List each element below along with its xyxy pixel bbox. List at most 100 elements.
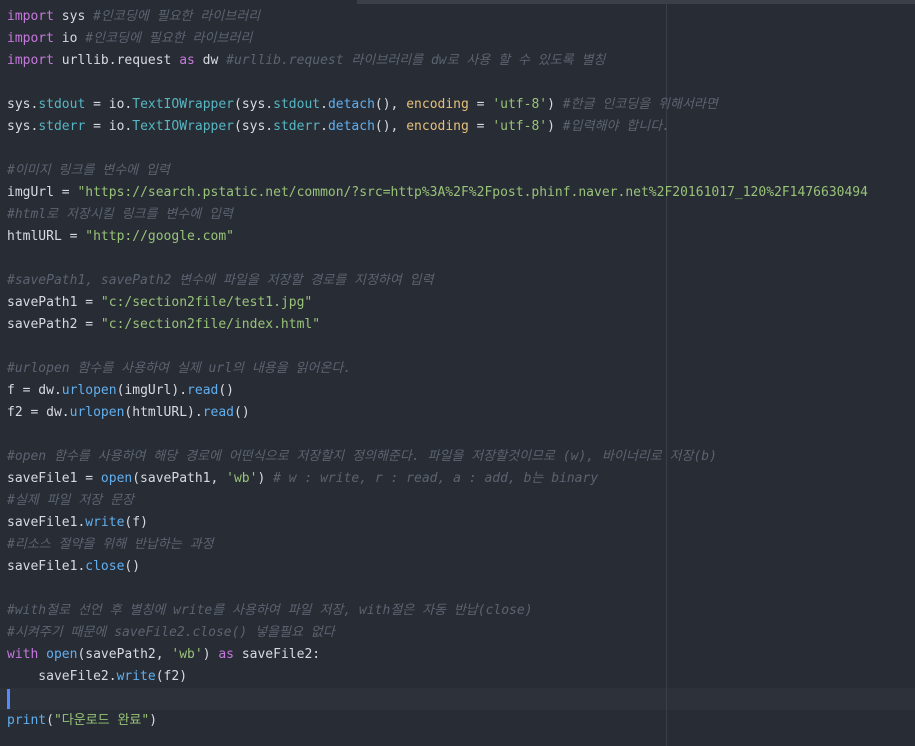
- string: "http://google.com": [85, 229, 234, 244]
- code-line-30[interactable]: with open(savePath2, 'wb') as saveFile2:: [7, 644, 915, 666]
- comment: #인코딩에 필요한 라이브러리: [93, 9, 261, 24]
- keyword: as: [218, 647, 234, 662]
- code-text: (): [234, 405, 250, 420]
- comment: #실제 파일 저장 문장: [7, 493, 134, 508]
- code-text: imgUrl =: [7, 185, 78, 200]
- code-text: .: [320, 119, 328, 134]
- code-text: (): [218, 383, 235, 398]
- code-text: saveFile2:: [234, 647, 321, 662]
- keyword: with: [7, 647, 39, 662]
- code-line-2[interactable]: import io #인코딩에 필요한 라이브러리: [7, 28, 915, 50]
- comment: #with절로 선언 후 별칭에 write를 사용하여 파일 저장, with…: [7, 603, 533, 618]
- parameter: encoding: [406, 97, 469, 112]
- code-text: (sys.: [234, 97, 274, 112]
- keyword: import: [7, 53, 54, 68]
- comment: #open 함수를 사용하여 해당 경로에 어떤식으로 저장할지 정의해준다. …: [7, 449, 717, 464]
- code-text: io: [53, 31, 86, 46]
- code-line-32[interactable]: [7, 688, 915, 710]
- code-line-3[interactable]: import urllib.request as dw #urllib.requ…: [7, 50, 915, 72]
- comment: #이미지 링크를 변수에 입력: [7, 163, 170, 178]
- comment: #urlopen 함수를 사용하여 실제 url의 내용을 읽어온다.: [7, 361, 352, 376]
- function-name: open: [100, 471, 133, 486]
- string: "다운로드 완료": [53, 713, 150, 728]
- code-text: sys: [53, 9, 94, 24]
- attribute: stderr: [38, 119, 86, 134]
- code-line-17[interactable]: #urlopen 함수를 사용하여 실제 url의 내용을 읽어온다.: [7, 358, 915, 380]
- code-line-5[interactable]: sys.stdout = io.TextIOWrapper(sys.stdout…: [7, 94, 915, 116]
- code-line-21[interactable]: #open 함수를 사용하여 해당 경로에 어떤식으로 저장할지 정의해준다. …: [7, 446, 915, 468]
- string: "c:/section2file/index.html": [100, 317, 321, 332]
- code-text: f = dw.: [7, 383, 62, 398]
- code-text: (),: [374, 119, 407, 134]
- code-text: (: [46, 713, 54, 728]
- code-text: ): [257, 471, 274, 486]
- tab-bar-strip: [357, 0, 915, 4]
- code-text: (): [124, 559, 141, 574]
- comment: # w : write, r : read, a : add, b는 binar…: [273, 471, 599, 486]
- code-line-18[interactable]: f = dw.urlopen(imgUrl).read(): [7, 380, 915, 402]
- class-name: TextIOWrapper: [132, 97, 234, 112]
- code-line-29[interactable]: #시켜주기 때문에 saveFile2.close() 넣을필요 없다: [7, 622, 915, 644]
- code-line-31[interactable]: saveFile2.write(f2): [7, 666, 915, 688]
- code-line-11[interactable]: htmlURL = "http://google.com": [7, 226, 915, 248]
- code-text: (savePath1,: [132, 471, 227, 486]
- code-text: htmlURL =: [7, 229, 86, 244]
- code-line-23[interactable]: #실제 파일 저장 문장: [7, 490, 915, 512]
- comment: #시켜주기 때문에 saveFile2.close() 넣을필요 없다: [7, 625, 335, 640]
- comment: #인코딩에 필요한 라이브러리: [85, 31, 253, 46]
- code-text: sys.: [7, 97, 39, 112]
- comment: #한글 인코딩을 위해서라면: [562, 97, 718, 112]
- code-text: = io.: [85, 97, 133, 112]
- string: "https://search.pstatic.net/common/?src=…: [77, 185, 868, 200]
- code-line-15[interactable]: savePath2 = "c:/section2file/index.html": [7, 314, 915, 336]
- comment: #입력해야 합니다.: [562, 119, 670, 134]
- code-line-19[interactable]: f2 = dw.urlopen(htmlURL).read(): [7, 402, 915, 424]
- code-line-28[interactable]: #with절로 선언 후 별칭에 write를 사용하여 파일 저장, with…: [7, 600, 915, 622]
- keyword: import: [7, 9, 54, 24]
- code-line-26[interactable]: saveFile1.close(): [7, 556, 915, 578]
- code-line-10[interactable]: #html로 저장시킬 링크를 변수에 입력: [7, 204, 915, 226]
- code-text: (),: [374, 97, 407, 112]
- function-name: write: [116, 669, 156, 684]
- comment: #urllib.request 라이브러리를 dw로 사용 할 수 있도록 별칭: [226, 53, 606, 68]
- code-text: (f): [124, 515, 148, 530]
- code-text: saveFile1.: [7, 559, 86, 574]
- attribute: stderr: [273, 119, 321, 134]
- code-text: (f2): [155, 669, 188, 684]
- string: "c:/section2file/test1.jpg": [100, 295, 313, 310]
- attribute: stdout: [38, 97, 86, 112]
- parameter: encoding: [406, 119, 469, 134]
- code-line-8[interactable]: #이미지 링크를 변수에 입력: [7, 160, 915, 182]
- code-text: savePath1 =: [7, 295, 101, 310]
- function-name: detach: [327, 119, 375, 134]
- comment: #html로 저장시킬 링크를 변수에 입력: [7, 207, 233, 222]
- keyword: import: [7, 31, 54, 46]
- code-text: sys.: [7, 119, 39, 134]
- code-text: (htmlURL).: [124, 405, 203, 420]
- function-name: read: [202, 405, 235, 420]
- code-line-6[interactable]: sys.stderr = io.TextIOWrapper(sys.stderr…: [7, 116, 915, 138]
- comment: #savePath1, savePath2 변수에 파일을 저장할 경로를 지정…: [7, 273, 434, 288]
- code-line-24[interactable]: saveFile1.write(f): [7, 512, 915, 534]
- string: 'wb': [171, 647, 203, 662]
- function-name: close: [85, 559, 125, 574]
- code-line-22[interactable]: saveFile1 = open(savePath1, 'wb') # w : …: [7, 468, 915, 490]
- code-line-14[interactable]: savePath1 = "c:/section2file/test1.jpg": [7, 292, 915, 314]
- comment: #리소스 절약을 위해 반납하는 과정: [7, 537, 214, 552]
- code-text: saveFile1.: [7, 515, 86, 530]
- code-text: (sys.: [234, 119, 274, 134]
- function-name: print: [7, 713, 47, 728]
- code-text: (imgUrl).: [116, 383, 188, 398]
- code-text: saveFile1 =: [7, 471, 101, 486]
- code-text: ): [547, 97, 563, 112]
- function-name: write: [85, 515, 125, 530]
- code-line-33[interactable]: print("다운로드 완료"): [7, 710, 915, 732]
- code-line-1[interactable]: import sys #인코딩에 필요한 라이브러리: [7, 6, 915, 28]
- code-editor[interactable]: import sys #인코딩에 필요한 라이브러리 import io #인코…: [0, 0, 915, 746]
- code-line-9[interactable]: imgUrl = "https://search.pstatic.net/com…: [7, 182, 915, 204]
- code-line-25[interactable]: #리소스 절약을 위해 반납하는 과정: [7, 534, 915, 556]
- code-line-13[interactable]: #savePath1, savePath2 변수에 파일을 저장할 경로를 지정…: [7, 270, 915, 292]
- function-name: urlopen: [61, 383, 117, 398]
- code-text: savePath2 =: [7, 317, 101, 332]
